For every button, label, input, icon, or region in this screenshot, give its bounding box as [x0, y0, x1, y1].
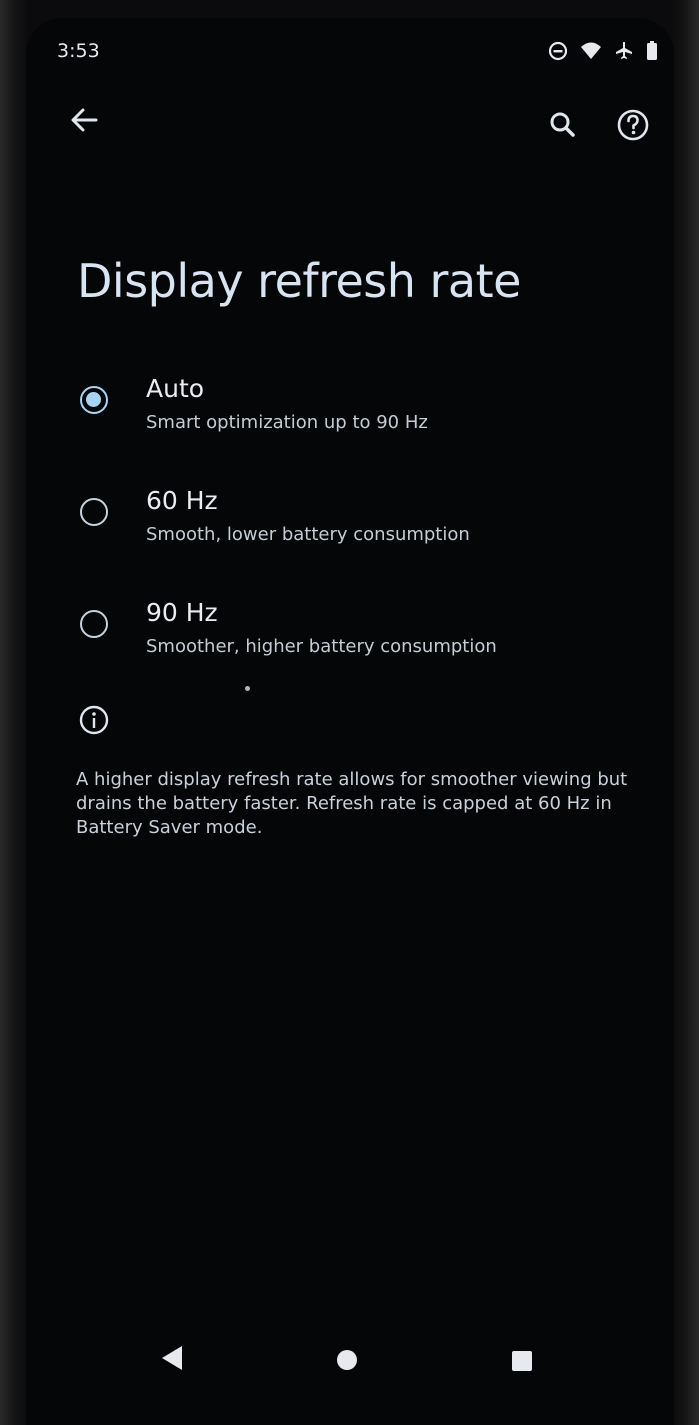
option-title: 90 Hz	[146, 598, 218, 627]
help-icon[interactable]	[610, 102, 656, 148]
radio-button[interactable]	[80, 386, 108, 414]
back-arrow-icon[interactable]	[66, 102, 102, 138]
status-icons	[548, 41, 658, 61]
option-title: 60 Hz	[146, 486, 218, 515]
option-title: Auto	[146, 374, 205, 403]
info-text: A higher display refresh rate allows for…	[76, 769, 628, 838]
search-icon[interactable]	[540, 102, 586, 148]
radio-option-auto[interactable]: Auto Smart optimization up to 90 Hz	[70, 352, 530, 440]
nav-home-icon[interactable]	[327, 1338, 367, 1378]
phone-frame: 3:53 Display refresh rate Auto Smart opt…	[0, 0, 699, 1425]
dnd-icon	[548, 41, 568, 61]
radio-option-60hz[interactable]: 60 Hz Smooth, lower battery consumption	[70, 464, 530, 552]
screen: 3:53 Display refresh rate Auto Smart opt…	[26, 18, 674, 1425]
page-title: Display refresh rate	[77, 254, 521, 308]
wifi-icon	[580, 41, 602, 61]
option-subtitle: Smart optimization up to 90 Hz	[146, 412, 428, 433]
divider-dot	[245, 686, 250, 691]
nav-back-icon[interactable]	[150, 1336, 194, 1380]
info-icon	[78, 704, 110, 736]
airplane-icon	[614, 41, 634, 61]
radio-button[interactable]	[80, 498, 108, 526]
nav-recents-icon[interactable]	[496, 1338, 548, 1384]
option-subtitle: Smoother, higher battery consumption	[146, 636, 497, 657]
battery-icon	[646, 41, 658, 61]
radio-button[interactable]	[80, 610, 108, 638]
radio-option-90hz[interactable]: 90 Hz Smoother, higher battery consumpti…	[70, 576, 530, 664]
option-subtitle: Smooth, lower battery consumption	[146, 524, 470, 545]
status-time: 3:53	[57, 40, 100, 62]
